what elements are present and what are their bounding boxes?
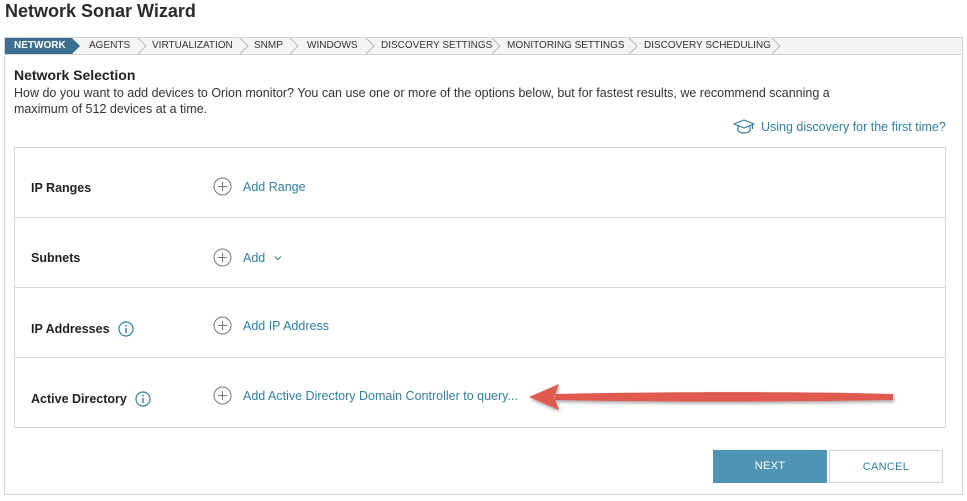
row-label: IP Ranges: [31, 181, 91, 195]
subnets-label: Subnets: [31, 251, 81, 265]
step-monitoring-settings[interactable]: MONITORING SETTINGS: [507, 38, 625, 54]
step-windows[interactable]: WINDOWS: [307, 38, 358, 54]
add-active-directory-button[interactable]: Add Active Directory Domain Controller t…: [213, 386, 518, 405]
step-separator: [491, 38, 501, 54]
row-ip-ranges: IP Ranges Add Range: [15, 148, 945, 218]
row-ip-addresses: IP Addresses Add IP Address: [15, 288, 945, 358]
plus-circle-icon: [213, 386, 232, 405]
step-discovery-scheduling[interactable]: DISCOVERY SCHEDULING: [644, 38, 771, 54]
step-separator: [628, 38, 638, 54]
active-directory-label: Active Directory: [31, 392, 127, 406]
help-link[interactable]: Using discovery for the first time?: [733, 118, 946, 136]
add-ip-address-label[interactable]: Add IP Address: [243, 319, 329, 333]
ip-ranges-label: IP Ranges: [31, 181, 92, 195]
annotation-arrow-icon: [529, 384, 893, 410]
plus-circle-icon: [213, 177, 232, 196]
chevron-down-icon: [274, 255, 282, 260]
cancel-button[interactable]: CANCEL: [829, 450, 943, 483]
step-separator: [365, 38, 375, 54]
row-label: Subnets: [31, 251, 80, 265]
row-subnets: Subnets Add: [15, 218, 945, 288]
step-network[interactable]: NETWORK: [5, 38, 80, 54]
step-snmp[interactable]: SNMP: [254, 38, 283, 54]
section-description: How do you want to add devices to Orion …: [14, 86, 830, 116]
section-heading: Network Selection: [14, 67, 136, 83]
plus-circle-icon: [213, 248, 232, 267]
graduation-cap-icon: [733, 119, 755, 134]
add-active-directory-label[interactable]: Add Active Directory Domain Controller t…: [243, 389, 518, 403]
add-range-label[interactable]: Add Range: [243, 180, 306, 194]
row-label: Active Directory: [31, 391, 151, 407]
info-icon[interactable]: [135, 391, 151, 407]
add-range-button[interactable]: Add Range: [213, 177, 306, 196]
step-separator: [137, 38, 147, 54]
add-subnet-dropdown[interactable]: Add: [213, 248, 282, 267]
wizard-title: Network Sonar Wizard: [5, 1, 196, 21]
step-discovery-settings[interactable]: DISCOVERY SETTINGS: [381, 38, 492, 54]
row-label: IP Addresses: [31, 321, 134, 337]
wizard-steps: NETWORK AGENTS VIRTUALIZATION SNMP WINDO…: [4, 37, 963, 55]
step-separator: [239, 38, 249, 54]
step-virtualization[interactable]: VIRTUALIZATION: [152, 38, 233, 54]
info-icon[interactable]: [117, 321, 134, 337]
ip-addresses-label: IP Addresses: [31, 322, 110, 336]
add-ip-address-button[interactable]: Add IP Address: [213, 316, 329, 335]
step-separator: [289, 38, 299, 54]
step-agents[interactable]: AGENTS: [89, 38, 130, 54]
plus-circle-icon: [213, 316, 232, 335]
add-subnet-label[interactable]: Add: [243, 251, 265, 265]
next-button[interactable]: NEXT: [713, 450, 827, 483]
help-link-label[interactable]: Using discovery for the first time?: [761, 120, 946, 134]
step-separator: [771, 38, 781, 54]
